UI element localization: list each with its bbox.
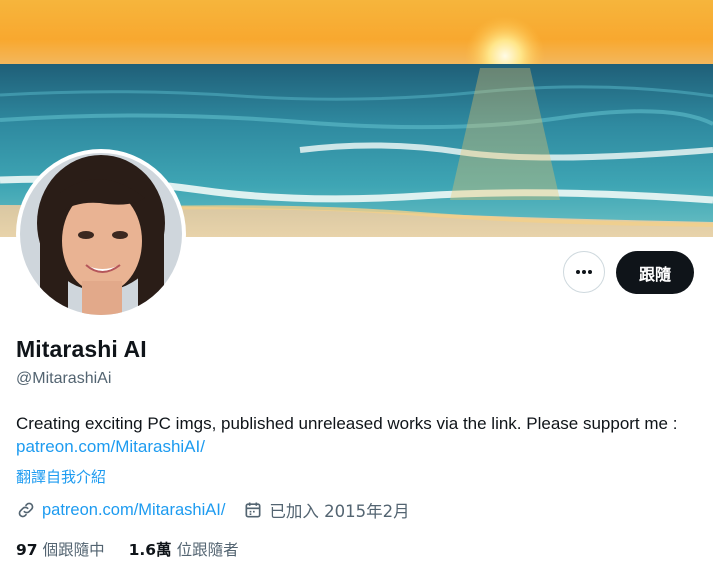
joined-date: 已加入 2015年2月 <box>269 502 410 521</box>
bio: Creating exciting PC imgs, published unr… <box>16 412 706 458</box>
website-item: patreon.com/MitarashiAI/ <box>16 500 225 520</box>
username-handle: @MitarashiAi <box>16 370 112 387</box>
follow-stats: 97 個跟隨中 1.6萬 位跟隨者 <box>16 538 263 560</box>
more-horizontal-icon <box>576 270 592 274</box>
calendar-icon <box>243 500 263 520</box>
followers-stat[interactable]: 1.6萬 位跟隨者 <box>129 538 239 560</box>
website-link[interactable]: patreon.com/MitarashiAI/ <box>42 501 225 520</box>
translate-bio-link[interactable]: 翻譯自我介紹 <box>16 466 106 487</box>
followers-label: 位跟隨者 <box>176 541 239 559</box>
display-name: Mitarashi AI <box>16 336 147 362</box>
following-count: 97 <box>16 541 38 559</box>
following-label: 個跟隨中 <box>42 541 105 559</box>
bio-text: Creating exciting PC imgs, published unr… <box>16 414 678 433</box>
more-options-button[interactable] <box>563 251 605 293</box>
avatar[interactable] <box>16 149 186 319</box>
follow-button[interactable]: 跟隨 <box>616 251 694 294</box>
profile-meta: patreon.com/MitarashiAI/ 已加入 2015年2月 <box>16 498 428 522</box>
followers-count: 1.6萬 <box>128 541 172 559</box>
joined-item: 已加入 2015年2月 <box>243 498 410 522</box>
bio-link[interactable]: patreon.com/MitarashiAI/ <box>16 437 205 456</box>
avatar-image <box>20 153 182 315</box>
following-stat[interactable]: 97 個跟隨中 <box>16 538 105 560</box>
link-icon <box>16 500 36 520</box>
